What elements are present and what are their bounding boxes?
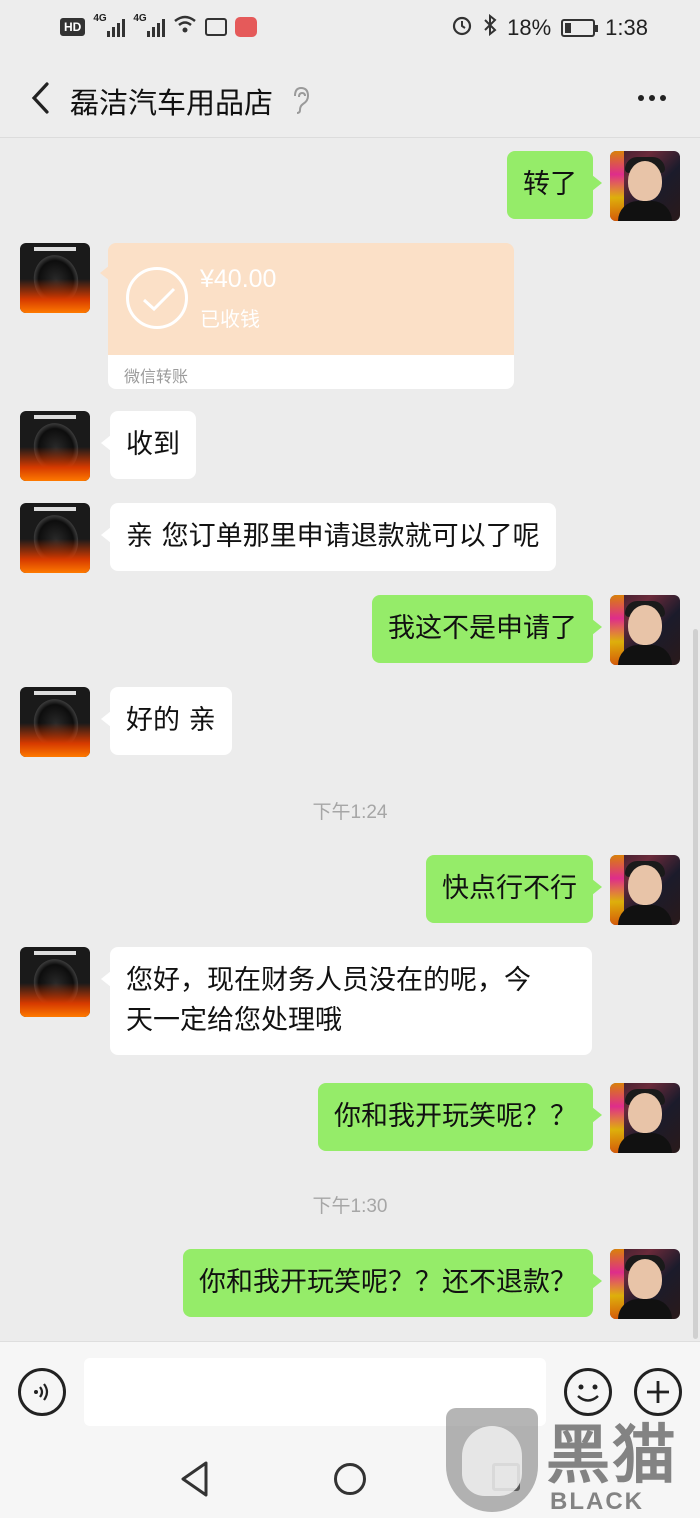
chat-header: 磊洁汽车用品店 [0, 58, 700, 138]
signal-icon-2: 4G [133, 13, 166, 37]
smiley-icon [577, 1384, 599, 1402]
my-avatar[interactable] [610, 595, 680, 665]
system-nav-bar [0, 1441, 700, 1518]
message-text: 转了 [523, 169, 577, 200]
message-text: 收到 [126, 429, 180, 460]
chat-timestamp: 下午1:30 [312, 1196, 388, 1217]
shop-avatar[interactable] [20, 411, 90, 481]
battery-icon [561, 19, 599, 37]
my-message-bubble[interactable]: 快点行不行 [426, 855, 602, 923]
message-text: 你和我开玩笑呢？？还不退款？ [199, 1267, 577, 1298]
message-text: 你和我开玩笑呢？？ [334, 1101, 577, 1132]
my-message-bubble[interactable]: 你和我开玩笑呢？？还不退款？ [183, 1249, 602, 1317]
my-message-bubble[interactable]: 你和我开玩笑呢？？ [318, 1083, 602, 1151]
more-options-button[interactable] [632, 80, 672, 116]
chat-area[interactable]: 转了 ¥40.00 已收钱 微信转账 收到 亲 您订单那里申请退款就可以了呢 我… [0, 139, 700, 1341]
activity-icon [205, 18, 228, 36]
nav-home-icon[interactable] [334, 1463, 366, 1495]
message-input[interactable] [84, 1358, 546, 1426]
status-time: 1:38 [605, 15, 648, 40]
input-bar [0, 1341, 700, 1441]
scrollbar[interactable] [693, 629, 698, 1339]
their-message-bubble[interactable]: 收到 [101, 411, 196, 479]
status-bar: HD 4G 4G 18% 1:38 [0, 0, 700, 58]
their-message-bubble[interactable]: 好的 亲 [101, 687, 232, 755]
battery-percent: 18% [507, 15, 552, 40]
back-button[interactable] [20, 78, 60, 118]
chevron-left-icon [31, 82, 49, 114]
shop-avatar[interactable] [20, 947, 90, 1017]
transfer-amount: ¥40.00 [200, 265, 277, 293]
message-text-line-2: 天一定给您处理哦 [126, 1005, 342, 1036]
bluetooth-icon [483, 13, 497, 42]
hd-badge: HD [60, 18, 86, 36]
my-avatar[interactable] [610, 1249, 680, 1319]
wifi-icon [173, 14, 197, 40]
transfer-card-footer: 微信转账 [108, 355, 514, 389]
app-notification-icon [235, 17, 258, 37]
my-avatar[interactable] [610, 151, 680, 221]
transfer-card[interactable]: ¥40.00 已收钱 微信转账 [108, 243, 514, 389]
check-circle-icon [126, 267, 188, 329]
status-right: 18% 1:38 [451, 13, 648, 42]
transfer-label: 微信转账 [124, 367, 189, 386]
voice-input-button[interactable] [18, 1368, 66, 1416]
shop-avatar[interactable] [20, 243, 90, 313]
message-text: 亲 您订单那里申请退款就可以了呢 [126, 521, 540, 552]
message-text: 我这不是申请了 [388, 613, 577, 644]
ear-icon [294, 86, 310, 114]
my-message-bubble[interactable]: 转了 [507, 151, 602, 219]
chat-title: 磊洁汽车用品店 [70, 86, 274, 120]
my-avatar[interactable] [610, 1083, 680, 1153]
chat-timestamp: 下午1:24 [312, 802, 388, 823]
transfer-status: 已收钱 [200, 307, 260, 331]
their-message-bubble[interactable]: 亲 您订单那里申请退款就可以了呢 [101, 503, 556, 571]
message-text: 快点行不行 [442, 873, 577, 904]
signal-icon-1: 4G [93, 13, 126, 37]
my-avatar[interactable] [610, 855, 680, 925]
their-message-bubble[interactable]: 您好，现在财务人员没在的呢，今 天一定给您处理哦 [101, 947, 592, 1055]
message-text-line-1: 您好，现在财务人员没在的呢，今 [126, 965, 531, 996]
network-label-2: 4G [133, 13, 147, 24]
shop-avatar[interactable] [20, 503, 90, 573]
emoji-button[interactable] [564, 1368, 612, 1416]
plus-icon [647, 1381, 669, 1403]
network-label-1: 4G [93, 13, 107, 24]
shop-avatar[interactable] [20, 687, 90, 757]
voice-icon [34, 1383, 49, 1401]
alarm-icon [451, 14, 473, 42]
my-message-bubble[interactable]: 我这不是申请了 [372, 595, 602, 663]
nav-recent-apps-icon[interactable] [492, 1463, 520, 1491]
status-left: HD 4G 4G [60, 13, 258, 40]
transfer-card-body: ¥40.00 已收钱 [108, 243, 514, 355]
nav-back-icon[interactable] [178, 1459, 212, 1499]
message-text: 好的 亲 [126, 705, 216, 736]
more-functions-button[interactable] [634, 1368, 682, 1416]
